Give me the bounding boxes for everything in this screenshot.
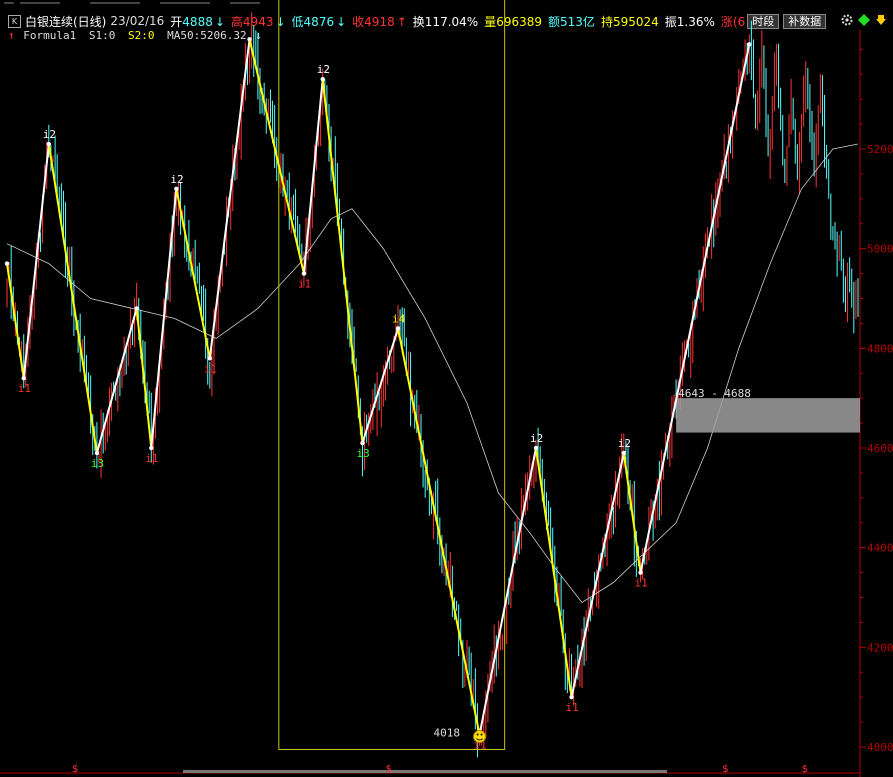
pivot-label: i4	[392, 312, 406, 325]
bottom-marker: $	[722, 764, 728, 775]
pivot-point	[747, 42, 752, 47]
price-chart[interactable]: 4000 4200 4400 4600 4800 5000 5200 $ $ $ $4643 - 4…	[0, 0, 893, 777]
pivot-point	[320, 77, 325, 82]
time-scrollbar[interactable]	[183, 770, 667, 773]
zigzag-segment	[248, 39, 305, 274]
pivot-point	[247, 37, 252, 42]
zigzag-segment	[570, 452, 625, 698]
zigzag-segment	[622, 452, 642, 573]
price-axis-label: 5000	[867, 243, 893, 256]
zigzag-segment	[47, 143, 98, 454]
pivot-point	[395, 326, 401, 331]
price-axis-label: 5200	[867, 143, 893, 156]
zigzag-segment	[6, 263, 25, 379]
zigzag-segment	[397, 328, 481, 735]
zigzag-segment	[361, 328, 399, 444]
pivot-point	[301, 271, 307, 276]
zigzag-segment	[321, 79, 364, 444]
pivot-label: i1	[145, 452, 158, 465]
price-axis-label: 4000	[867, 741, 893, 754]
pivot-point	[4, 261, 10, 266]
pivot-point	[46, 141, 52, 147]
bottom-marker: $	[72, 764, 78, 775]
zigzag-segment	[22, 143, 50, 379]
pivot-point	[94, 450, 100, 456]
pivot-point	[207, 356, 213, 361]
zigzag-segment	[478, 447, 537, 735]
pivot-label: i2	[170, 173, 183, 186]
highlight-box[interactable]	[278, 0, 506, 750]
zigzag-segment	[135, 308, 153, 449]
zigzag-segment	[95, 308, 138, 454]
price-band[interactable]	[676, 398, 860, 433]
pivot-point	[360, 440, 365, 446]
zigzag-segment	[175, 188, 211, 359]
smiley-icon	[473, 730, 487, 744]
price-axis-label: 4600	[867, 442, 893, 455]
zigzag-segment	[208, 39, 251, 359]
zigzag-segment	[535, 447, 573, 698]
bottom-marker: $	[386, 764, 392, 775]
pivot-label: i2	[317, 63, 330, 76]
price-axis-label: 4400	[867, 542, 893, 555]
ma50-line	[6, 143, 859, 604]
pivot-label: i1	[635, 577, 648, 590]
pivot-point	[21, 376, 26, 381]
pivot-point	[174, 186, 179, 192]
pivot-label: i1	[204, 362, 217, 375]
zigzag-segment	[639, 44, 751, 573]
pivot-point	[533, 445, 539, 451]
pivot-label: i1	[566, 701, 579, 714]
pivot-point	[149, 445, 154, 451]
price-axis-label: 4800	[867, 342, 893, 355]
low-value-label: 4018	[434, 727, 461, 740]
price-axis-label: 4200	[867, 641, 893, 654]
zigzag-segment	[150, 188, 178, 449]
price-band-label: 4643 - 4688	[678, 387, 751, 400]
bottom-marker: $	[802, 764, 808, 775]
pivot-label: i3	[356, 447, 369, 460]
smiley-eye	[476, 733, 479, 736]
pivot-point	[621, 450, 627, 456]
pivot-point	[638, 570, 643, 575]
pivot-label: i1	[18, 382, 31, 395]
pivot-label: i2	[43, 128, 56, 141]
pivot-point	[134, 306, 139, 311]
pivot-label: i3	[91, 457, 104, 470]
pivot-point	[569, 694, 574, 700]
pivot-label: i1	[298, 278, 311, 291]
pivot-label: i2	[618, 437, 631, 450]
pivot-label: i2	[530, 432, 543, 445]
smiley-eye	[480, 733, 483, 736]
